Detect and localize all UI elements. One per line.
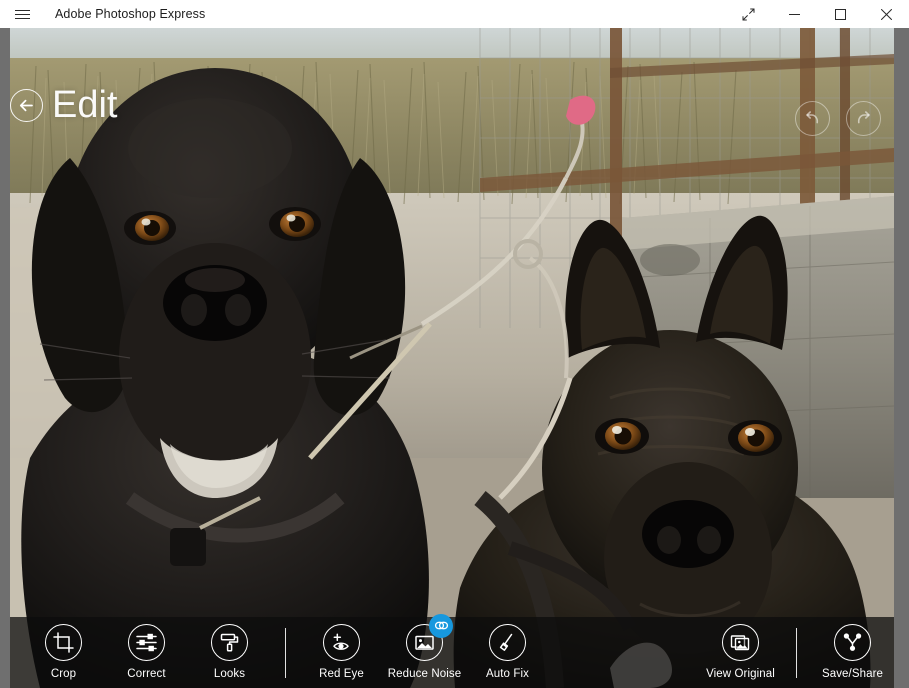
share-icon <box>843 632 862 651</box>
reduce-noise-badge <box>429 613 453 638</box>
history-buttons <box>795 101 881 136</box>
stacked-photos-icon <box>730 634 750 650</box>
tool-looks-label: Looks <box>213 667 246 680</box>
tool-view-original[interactable]: View Original <box>699 621 782 685</box>
hamburger-icon[interactable] <box>0 0 44 28</box>
link-badge-icon <box>434 621 448 630</box>
maximize-button[interactable] <box>817 0 863 28</box>
tool-auto-fix[interactable]: Auto Fix <box>466 621 549 685</box>
back-button[interactable] <box>10 88 43 122</box>
tool-correct-ring <box>128 623 165 661</box>
crop-icon <box>53 631 74 653</box>
tool-auto-fix-ring <box>489 623 526 661</box>
toolbar-group-left: Crop Correct Looks Red Eye Reduce Noise … <box>10 613 549 688</box>
photo-artwork <box>10 28 894 688</box>
tool-crop-ring <box>45 623 82 661</box>
back-arrow-icon <box>19 99 33 111</box>
hamburger-line <box>14 17 30 19</box>
tool-looks-ring <box>211 623 248 661</box>
undo-icon <box>806 111 819 124</box>
photo-canvas[interactable]: Edit Crop Correct Looks Red Eye Reduce N… <box>0 28 909 688</box>
photo-image <box>10 28 894 688</box>
tool-looks[interactable]: Looks <box>188 621 271 685</box>
minimize-button[interactable] <box>771 0 817 28</box>
canvas-matte-left <box>0 28 10 688</box>
diagonal-arrows-icon <box>742 8 754 20</box>
tool-crop[interactable]: Crop <box>22 621 105 685</box>
eye-plus-icon <box>333 632 349 650</box>
paint-roller-icon <box>220 633 239 652</box>
tool-auto-fix-label: Auto Fix <box>486 667 529 680</box>
tool-reduce-noise-ring <box>406 613 453 661</box>
tool-correct-label: Correct <box>127 667 166 680</box>
app-title: Adobe Photoshop Express <box>55 7 206 21</box>
tool-reduce-noise[interactable]: Reduce Noise <box>383 613 466 685</box>
toolbar-divider-left <box>285 627 286 678</box>
toolbar-divider-right <box>796 627 797 678</box>
photoshop-express-window: Adobe Photoshop Express Edit Crop Correc… <box>0 0 909 688</box>
tool-save-share-label: Save/Share <box>821 667 884 680</box>
tool-red-eye-ring <box>323 623 360 661</box>
toolbar-group-right: View Original Save/Share <box>699 617 894 688</box>
tool-correct[interactable]: Correct <box>105 621 188 685</box>
sliders-icon <box>136 633 157 651</box>
tool-red-eye[interactable]: Red Eye <box>300 621 383 685</box>
title-bar: Adobe Photoshop Express <box>0 0 909 28</box>
magic-wand-icon <box>499 633 513 651</box>
edit-toolbar: Crop Correct Looks Red Eye Reduce Noise … <box>10 613 894 688</box>
tool-reduce-noise-label: Reduce Noise <box>387 667 462 680</box>
tool-view-original-ring <box>722 623 759 661</box>
canvas-matte-right <box>894 28 909 688</box>
tool-crop-label: Crop <box>50 667 77 680</box>
page-title: Edit <box>52 84 118 126</box>
close-button[interactable] <box>863 0 909 28</box>
restore-fullscreen-button[interactable] <box>725 0 771 28</box>
minimize-icon <box>788 13 800 15</box>
tool-save-share[interactable]: Save/Share <box>811 621 894 685</box>
hamburger-line <box>14 13 30 15</box>
hamburger-line <box>14 9 30 11</box>
tool-view-original-label: View Original <box>706 667 775 680</box>
close-icon <box>880 8 892 20</box>
redo-button[interactable] <box>846 101 881 136</box>
undo-button[interactable] <box>795 101 830 136</box>
tool-save-share-ring <box>834 623 871 661</box>
edit-header: Edit <box>10 86 117 124</box>
maximize-icon <box>834 8 846 20</box>
redo-icon <box>857 111 870 124</box>
tool-red-eye-label: Red Eye <box>319 667 364 680</box>
